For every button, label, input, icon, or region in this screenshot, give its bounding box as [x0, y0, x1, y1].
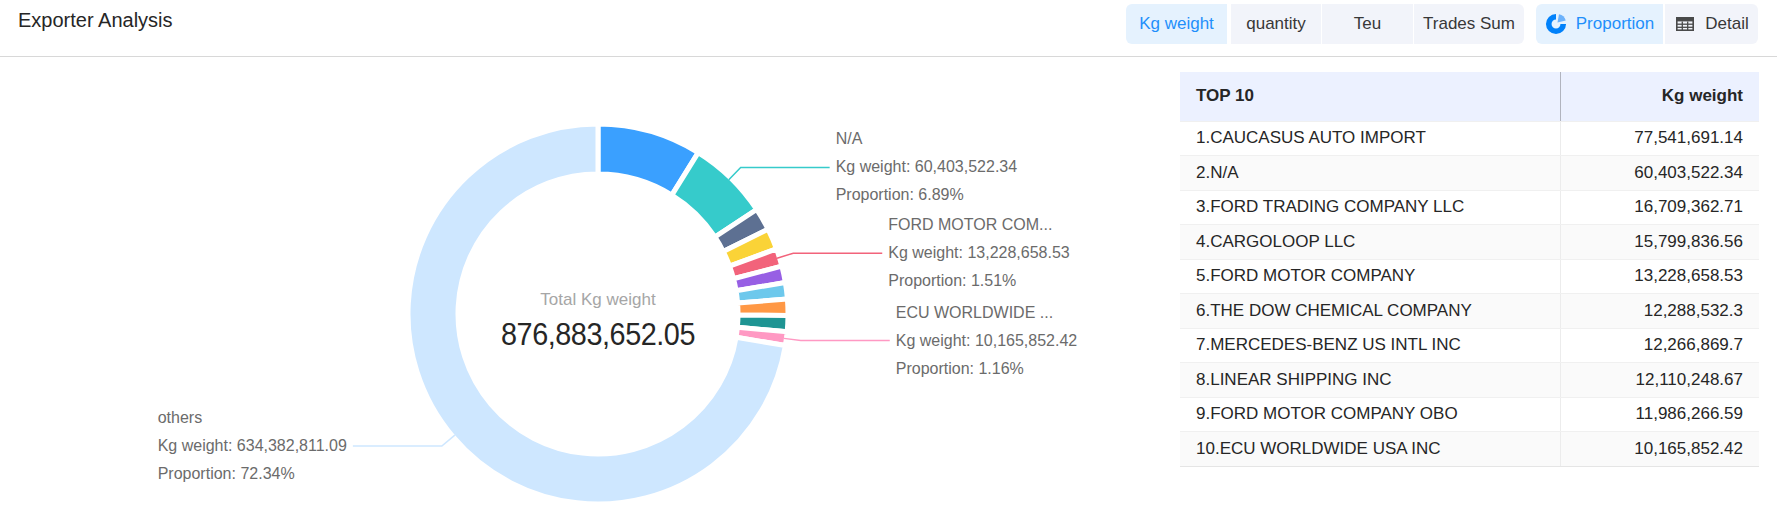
toolbar: Kg weight quantity Teu Trades Sum Proportio…	[1126, 4, 1758, 44]
page-title: Exporter Analysis	[18, 9, 173, 32]
annotation-line-name: others	[158, 404, 347, 432]
table-cell-exporter: 1.CAUCASUS AUTO IMPORT	[1180, 121, 1560, 156]
table-cell-kg-weight: 12,110,248.67	[1560, 363, 1759, 398]
donut-slice-ford-motor-company[interactable]	[730, 249, 782, 279]
table-row[interactable]: 10.ECU WORLDWIDE USA INC10,165,852.42	[1180, 432, 1759, 467]
annotation-line-prop-line: Proportion: 1.51%	[888, 267, 1069, 295]
annotation-line-kg-line: Kg weight: 634,382,811.09	[158, 432, 347, 460]
donut-slice-ford-trading-company-llc[interactable]	[715, 209, 768, 251]
table-cell-kg-weight: 77,541,691.14	[1560, 121, 1759, 156]
table-cell-kg-weight: 60,403,522.34	[1560, 156, 1759, 191]
donut-slice-cargoloop-llc[interactable]	[723, 229, 776, 266]
metric-button-label: Kg weight	[1139, 14, 1214, 34]
table-cell-exporter: 8.LINEAR SHIPPING INC	[1180, 363, 1560, 398]
top10-table: TOP 10 Kg weight 1.CAUCASUS AUTO IMPORT7…	[1180, 72, 1759, 467]
annotation-line-name: ECU WORLDWIDE ...	[896, 299, 1077, 327]
table-cell-kg-weight: 10,165,852.42	[1560, 432, 1759, 467]
annotation-0: N/AKg weight: 60,403,522.34Proportion: 6…	[836, 125, 1017, 209]
table-cell-exporter: 7.MERCEDES-BENZ US INTL INC	[1180, 328, 1560, 363]
table-row[interactable]: 4.CARGOLOOP LLC15,799,836.56	[1180, 225, 1759, 260]
annotation-line-name: N/A	[836, 125, 1017, 153]
table-cell-kg-weight: 11,986,266.59	[1560, 397, 1759, 432]
table-cell-exporter: 10.ECU WORLDWIDE USA INC	[1180, 432, 1560, 467]
metric-button-quantity[interactable]: quantity	[1231, 4, 1321, 44]
metric-button-group: Kg weight quantity Teu Trades Sum	[1126, 4, 1524, 44]
view-button-proportion[interactable]: Proportion	[1536, 4, 1663, 44]
table-cell-exporter: 3.FORD TRADING COMPANY LLC	[1180, 190, 1560, 225]
annotation-1: FORD MOTOR COM...Kg weight: 13,228,658.5…	[888, 211, 1069, 295]
annotation-line-kg-line: Kg weight: 10,165,852.42	[896, 327, 1077, 355]
view-button-group: Proportion Detail	[1536, 4, 1758, 44]
table-cell-kg-weight: 12,288,532.3	[1560, 294, 1759, 329]
table-row[interactable]: 2.N/A60,403,522.34	[1180, 156, 1759, 191]
metric-button-kg-weight[interactable]: Kg weight	[1126, 4, 1227, 44]
annotation-line-kg-line: Kg weight: 13,228,658.53	[888, 239, 1069, 267]
annotation-line-kg-line: Kg weight: 60,403,522.34	[836, 153, 1017, 181]
callout-line-slice	[729, 167, 830, 179]
header-divider	[0, 56, 1777, 57]
table-row[interactable]: 6.THE DOW CHEMICAL COMPANY12,288,532.3	[1180, 294, 1759, 329]
table-row[interactable]: 8.LINEAR SHIPPING INC12,110,248.67	[1180, 363, 1759, 398]
chart-center-title: Total Kg weight	[398, 286, 798, 314]
table-cell-kg-weight: 13,228,658.53	[1560, 259, 1759, 294]
table-row[interactable]: 7.MERCEDES-BENZ US INTL INC12,266,869.7	[1180, 328, 1759, 363]
callout-line-others	[353, 435, 455, 446]
annotation-line-prop-line: Proportion: 1.16%	[896, 355, 1077, 383]
table-row[interactable]: 9.FORD MOTOR COMPANY OBO11,986,266.59	[1180, 397, 1759, 432]
chart-center-label: Total Kg weight 876,883,652.05	[398, 286, 798, 354]
metric-button-trades-sum[interactable]: Trades Sum	[1414, 4, 1524, 44]
table-cell-kg-weight: 16,709,362.71	[1560, 190, 1759, 225]
view-button-label: Proportion	[1576, 14, 1654, 34]
metric-button-label: Trades Sum	[1423, 14, 1515, 34]
chart-center-value: 876,883,652.05	[418, 314, 778, 354]
table-cell-exporter: 5.FORD MOTOR COMPANY	[1180, 259, 1560, 294]
annotation-line-name: FORD MOTOR COM...	[888, 211, 1069, 239]
table-cell-exporter: 4.CARGOLOOP LLC	[1180, 225, 1560, 260]
callout-line-slice	[784, 338, 890, 340]
annotation-line-prop-line: Proportion: 6.89%	[836, 181, 1017, 209]
table-header-kg-weight: Kg weight	[1560, 72, 1759, 121]
table-cell-exporter: 6.THE DOW CHEMICAL COMPANY	[1180, 294, 1560, 329]
table-cell-kg-weight: 12,266,869.7	[1560, 328, 1759, 363]
pie-chart-icon	[1545, 13, 1567, 35]
donut-slice-n-a[interactable]	[672, 153, 757, 237]
view-button-detail[interactable]: Detail	[1665, 4, 1758, 44]
view-button-label: Detail	[1705, 14, 1748, 34]
donut-slice-caucasus-auto-import[interactable]	[598, 124, 698, 195]
annotation-2: ECU WORLDWIDE ...Kg weight: 10,165,852.4…	[896, 299, 1077, 383]
table-cell-exporter: 9.FORD MOTOR COMPANY OBO	[1180, 397, 1560, 432]
table-cell-exporter: 2.N/A	[1180, 156, 1560, 191]
metric-button-label: Teu	[1354, 14, 1381, 34]
table-cell-kg-weight: 15,799,836.56	[1560, 225, 1759, 260]
table-icon	[1674, 13, 1696, 35]
table-header-top10: TOP 10	[1180, 72, 1560, 121]
table-row[interactable]: 3.FORD TRADING COMPANY LLC16,709,362.71	[1180, 190, 1759, 225]
metric-button-label: quantity	[1246, 14, 1306, 34]
annotation-others: othersKg weight: 634,382,811.09Proportio…	[158, 404, 347, 488]
callout-line-slice	[777, 253, 882, 258]
table-row[interactable]: 5.FORD MOTOR COMPANY13,228,658.53	[1180, 259, 1759, 294]
metric-button-teu[interactable]: Teu	[1322, 4, 1413, 44]
annotation-line-prop-line: Proportion: 72.34%	[158, 460, 347, 488]
table-row[interactable]: 1.CAUCASUS AUTO IMPORT77,541,691.14	[1180, 121, 1759, 156]
